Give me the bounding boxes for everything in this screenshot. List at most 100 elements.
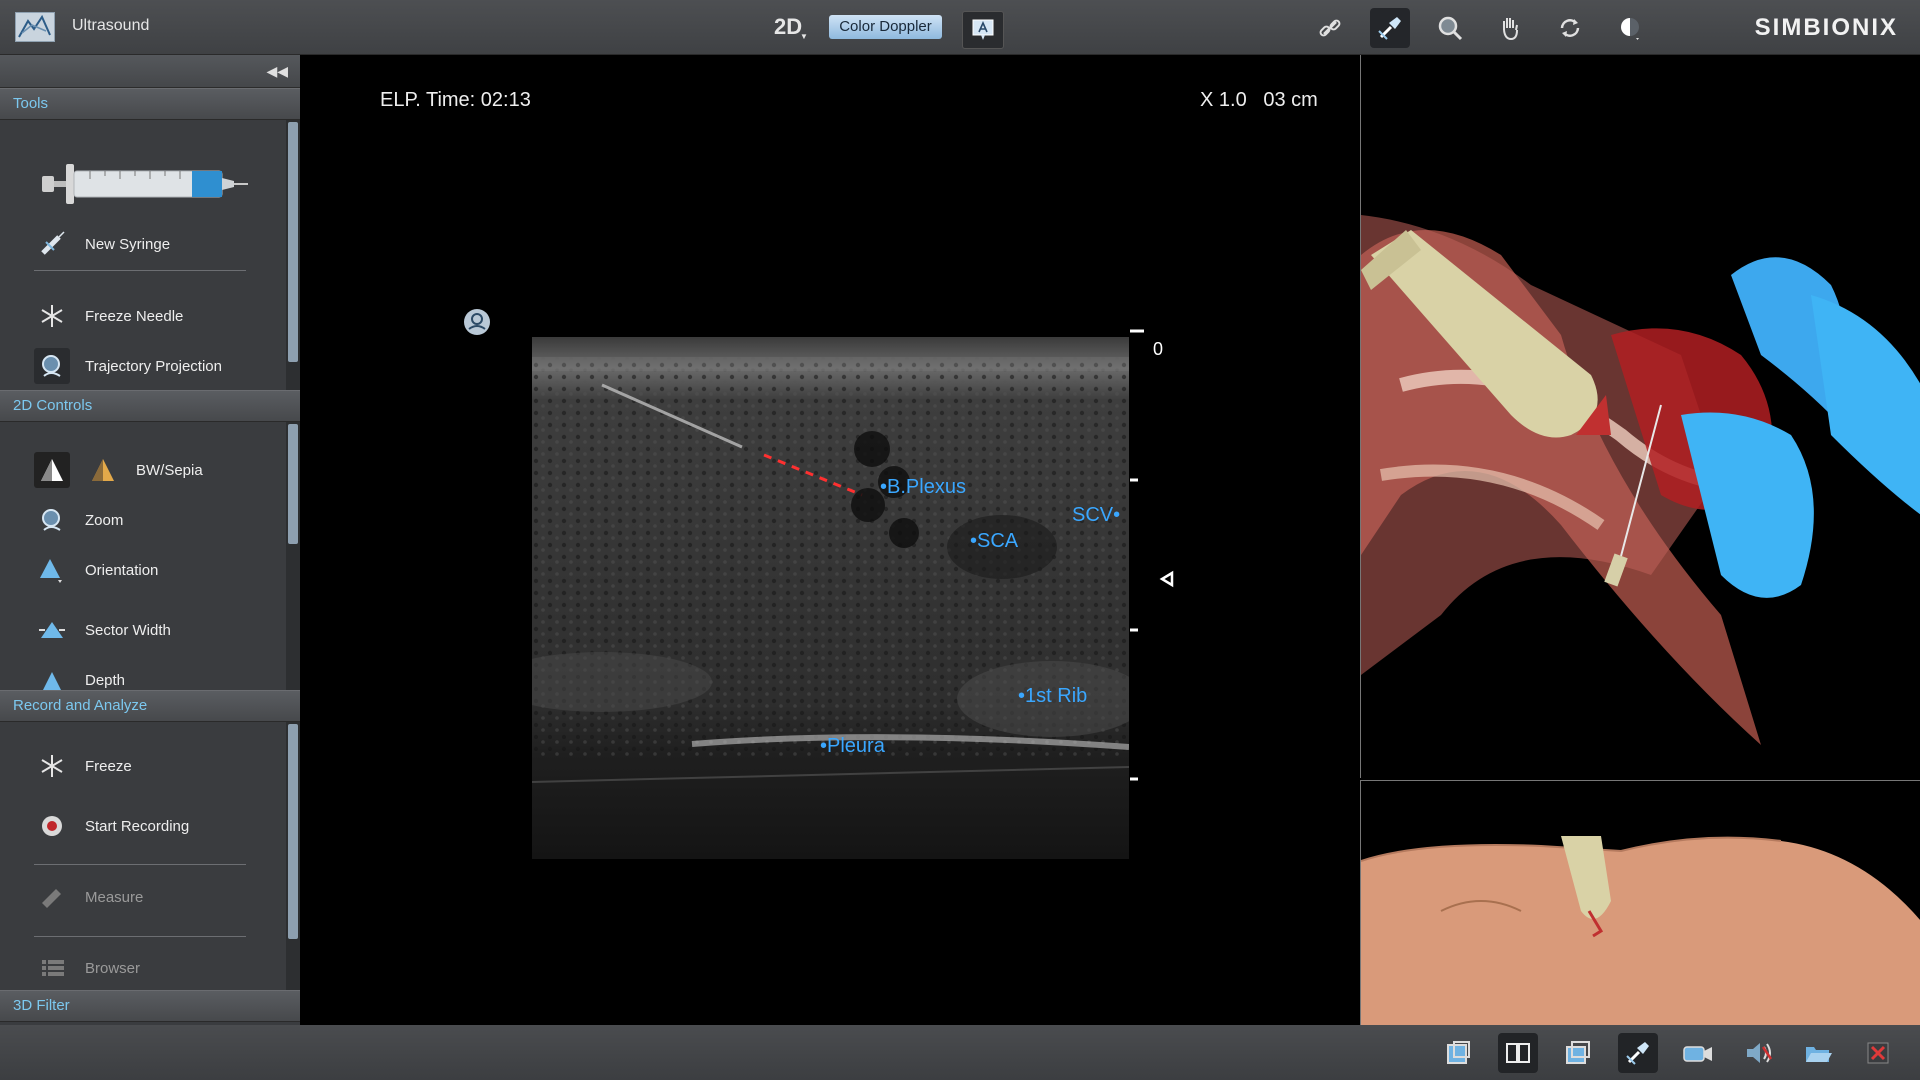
depth-scale	[1130, 329, 1174, 781]
open-folder-icon	[1806, 1047, 1832, 1062]
single-view-button[interactable]	[1438, 1033, 1478, 1073]
anatomy-3d-view[interactable]	[1360, 55, 1920, 778]
scroll-thumb[interactable]	[288, 424, 298, 544]
sound-icon	[1747, 1043, 1773, 1063]
bottom-tools	[1438, 1033, 1898, 1073]
mode-2d-label: 2D	[774, 14, 803, 39]
top-toolbar: Ultrasound 2D ▼ Color Doppler SIMBIONIX	[0, 0, 1920, 55]
trajectory-projection-button[interactable]: Trajectory Projection	[34, 348, 222, 384]
record-icon	[34, 808, 70, 844]
elapsed-time: ELP. Time: 02:13	[380, 89, 531, 111]
hand-pan-button[interactable]	[1490, 8, 1530, 48]
freeze-needle-button[interactable]: Freeze Needle	[34, 298, 183, 334]
orientation-button[interactable]: Orientation	[34, 552, 158, 588]
split-view-icon	[1506, 1043, 1530, 1063]
collapse-sidebar-icon[interactable]: ◀◀	[266, 63, 288, 80]
light-button[interactable]	[1610, 8, 1650, 48]
record-analyze-section-header[interactable]: Record and Analyze	[0, 690, 300, 722]
anatomy-3d-model[interactable]	[1361, 55, 1920, 778]
record-scrollbar[interactable]	[286, 722, 300, 990]
sector-width-label: Sector Width	[85, 621, 171, 639]
label-b-plexus: •B.Plexus	[880, 476, 966, 498]
sepia-mode-icon[interactable]	[85, 452, 121, 488]
sound-button[interactable]	[1738, 1033, 1778, 1073]
ultrasound-viewport[interactable]: ELP. Time: 02:13 X 1.0 03 cm 0 •B.Plexus…	[300, 55, 1358, 1025]
zoom-icon	[34, 502, 70, 538]
list-icon	[34, 950, 70, 986]
color-doppler-button[interactable]: Color Doppler	[829, 15, 942, 39]
depth-value: 03 cm	[1263, 89, 1318, 111]
label-b-plexus-text: B.Plexus	[887, 476, 966, 498]
close-icon	[1867, 1042, 1889, 1064]
ultrasound-image[interactable]	[532, 337, 1129, 859]
snowflake-icon	[34, 748, 70, 784]
depth-scale-zero: 0	[1153, 339, 1164, 359]
freeze-needle-label: Freeze Needle	[85, 307, 184, 325]
neck-surface-model[interactable]	[1360, 781, 1920, 1026]
bw-mode-icon[interactable]	[34, 452, 70, 488]
controls-2d-section: BW/Sepia Zoom Orientation Sector Width D…	[0, 422, 300, 690]
label-pleura-text: Pleura	[827, 735, 885, 757]
magnifier-button[interactable]	[1430, 8, 1470, 48]
syringe-small-icon	[34, 226, 70, 262]
chevron-down-icon: ▼	[800, 32, 808, 41]
patient-orientation-icon[interactable]	[462, 307, 492, 342]
controls-2d-section-header[interactable]: 2D Controls	[0, 390, 300, 422]
freeze-button[interactable]: Freeze	[34, 748, 132, 784]
open-folder-button[interactable]	[1798, 1033, 1838, 1073]
new-syringe-label: New Syringe	[85, 235, 171, 253]
record-analyze-section: Freeze Start Recording Measure Browser	[0, 722, 300, 990]
probe-needle-icon	[1378, 17, 1401, 40]
zoom-depth-readout: X 1.0 03 cm	[1200, 89, 1318, 112]
freeze-label: Freeze	[85, 757, 132, 775]
ultrasound-logo-icon	[15, 12, 55, 42]
label-first-rib: •1st Rib	[1018, 685, 1088, 707]
label-sca-text: SCA	[977, 530, 1019, 552]
new-syringe-button[interactable]: New Syringe	[34, 226, 170, 262]
camera-button[interactable]	[1678, 1033, 1718, 1073]
bottom-toolbar	[0, 1025, 1920, 1080]
probe-tool-button[interactable]	[1618, 1033, 1658, 1073]
sidebar: ◀◀ Tools New Syringe Freeze Needle Traje…	[0, 55, 300, 1025]
sector-width-button[interactable]: Sector Width	[34, 612, 171, 648]
hand-icon	[1503, 18, 1518, 41]
overlay-view-button[interactable]	[1558, 1033, 1598, 1073]
ruler-icon	[34, 879, 70, 915]
label-pleura: •Pleura	[820, 735, 885, 757]
browser-button[interactable]: Browser	[34, 950, 140, 986]
controls-scrollbar[interactable]	[286, 422, 300, 690]
measure-button[interactable]: Measure	[34, 879, 143, 915]
scroll-thumb[interactable]	[288, 724, 298, 939]
zoom-level: X 1.0	[1200, 89, 1247, 111]
rotate-button[interactable]	[1550, 8, 1590, 48]
orientation-label: Orientation	[85, 561, 159, 579]
light-icon	[1621, 18, 1639, 40]
trajectory-projection-label: Trajectory Projection	[85, 357, 222, 375]
scroll-thumb[interactable]	[288, 122, 298, 362]
probe-needle-button[interactable]	[1370, 8, 1410, 48]
trajectory-icon	[34, 348, 70, 384]
mode-2d-dropdown[interactable]: 2D ▼	[774, 14, 808, 41]
label-sca: •SCA	[970, 530, 1019, 552]
depth-button[interactable]: Depth	[34, 662, 125, 690]
split-view-button[interactable]	[1498, 1033, 1538, 1073]
browser-label: Browser	[85, 959, 141, 977]
snowflake-icon	[34, 298, 70, 334]
measure-label: Measure	[85, 888, 144, 906]
divider	[34, 864, 246, 865]
bw-sepia-toggle[interactable]: BW/Sepia	[34, 452, 203, 488]
tools-scrollbar[interactable]	[286, 120, 300, 390]
annotation-icon	[972, 19, 994, 40]
external-3d-view[interactable]	[1360, 780, 1920, 1026]
filter-3d-section-header[interactable]: 3D Filter	[0, 990, 300, 1022]
start-recording-button[interactable]: Start Recording	[34, 808, 189, 844]
divider	[34, 936, 246, 937]
camera-icon	[1683, 1046, 1712, 1062]
depth-icon	[34, 662, 70, 690]
tools-section-header[interactable]: Tools	[0, 88, 300, 120]
depth-label: Depth	[85, 671, 126, 689]
close-button[interactable]	[1858, 1033, 1898, 1073]
annotation-button[interactable]	[962, 11, 1004, 49]
zoom-button[interactable]: Zoom	[34, 502, 123, 538]
link-button[interactable]	[1310, 8, 1350, 48]
